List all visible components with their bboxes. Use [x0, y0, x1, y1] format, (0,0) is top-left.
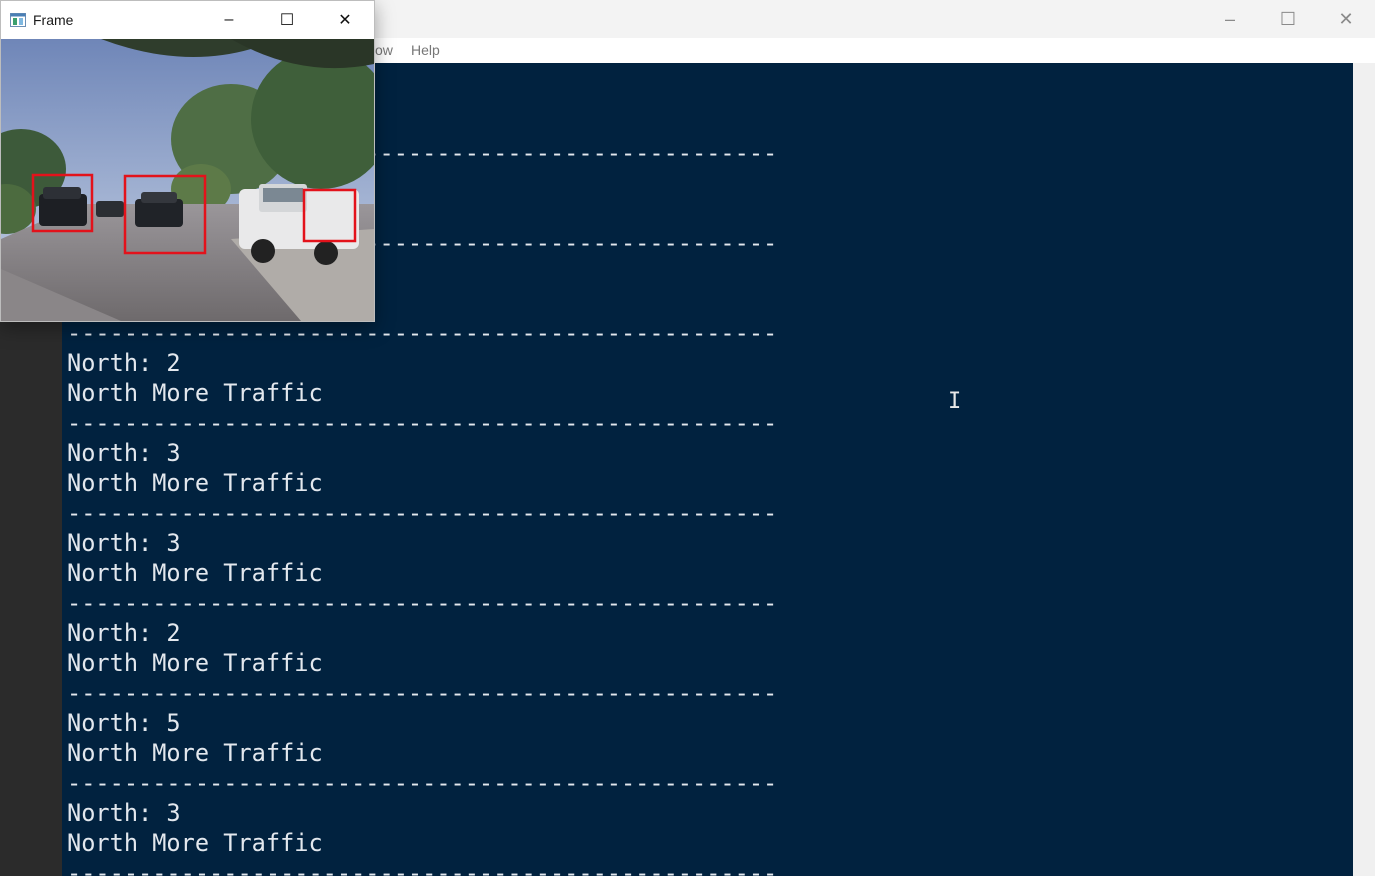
maximize-icon: ☐ [279, 12, 295, 29]
frame-maximize-button[interactable]: ☐ [258, 1, 316, 39]
menu-window[interactable]: ow [375, 42, 393, 58]
app-window-icon [10, 13, 26, 27]
close-icon: ✕ [1338, 8, 1354, 29]
minimize-icon: – [1224, 8, 1235, 29]
shell-close-button[interactable]: ✕ [1317, 0, 1375, 38]
maximize-icon: ☐ [1279, 8, 1297, 29]
shell-window-controls: – ☐ ✕ [1201, 0, 1375, 38]
frame-close-button[interactable]: ✕ [316, 1, 374, 39]
frame-window-controls: – ☐ ✕ [200, 1, 374, 39]
camera-frame-image [1, 39, 374, 321]
frame-titlebar[interactable]: Frame – ☐ ✕ [1, 1, 374, 39]
text-cursor-icon: I [948, 389, 962, 414]
frame-title: Frame [33, 12, 74, 28]
frame-window: Frame – ☐ ✕ [0, 0, 375, 322]
vertical-scrollbar[interactable] [1353, 63, 1375, 876]
minimize-icon: – [224, 11, 234, 28]
shell-maximize-button[interactable]: ☐ [1259, 0, 1317, 38]
shell-minimize-button[interactable]: – [1201, 0, 1259, 38]
menu-help[interactable]: Help [411, 42, 440, 58]
close-icon: ✕ [338, 12, 352, 29]
frame-minimize-button[interactable]: – [200, 1, 258, 39]
